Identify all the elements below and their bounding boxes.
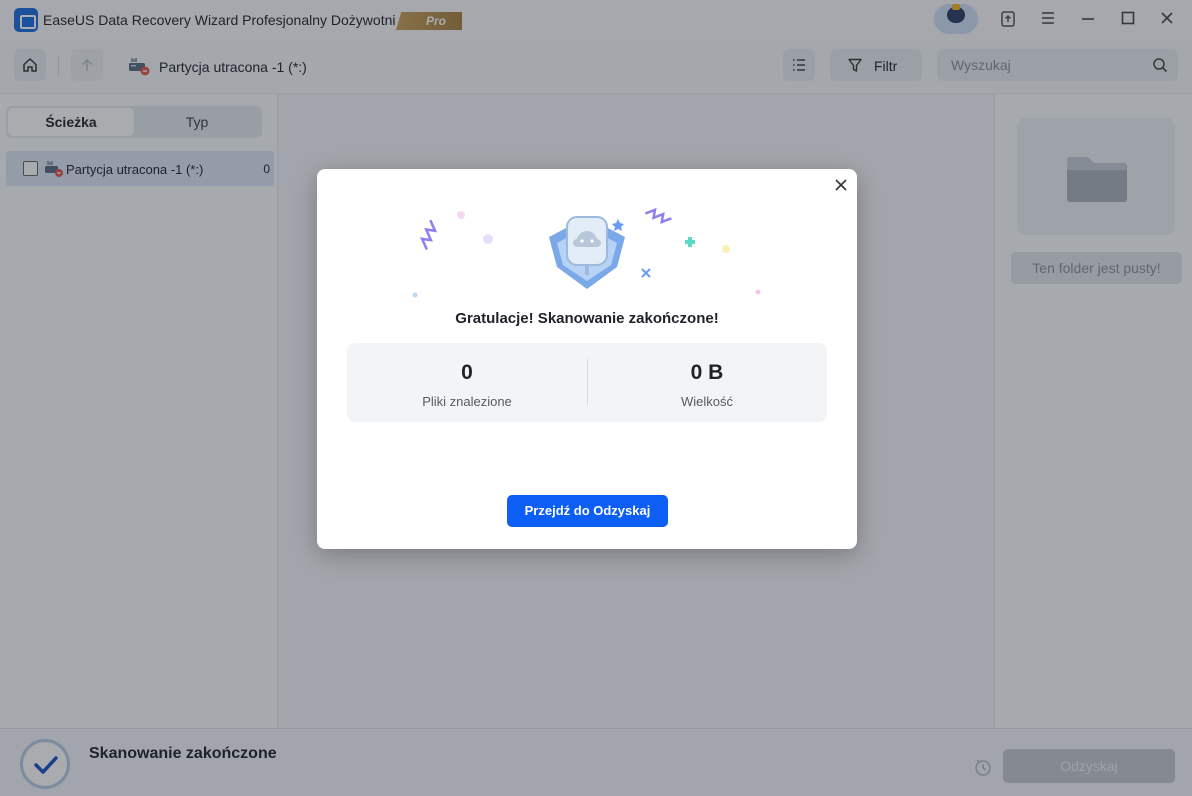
scan-complete-dialog: Gratulacje! Skanowanie zakończone! 0 Pli… bbox=[317, 169, 857, 549]
files-found-stat: 0 Pliki znalezione bbox=[347, 343, 587, 422]
scan-stats: 0 Pliki znalezione 0 B Wielkość bbox=[347, 343, 827, 422]
dialog-title: Gratulacje! Skanowanie zakończone! bbox=[455, 310, 719, 327]
size-label: Wielkość bbox=[680, 394, 733, 409]
files-found-value: 0 bbox=[461, 361, 473, 384]
files-found-label: Pliki znalezione bbox=[422, 394, 512, 409]
size-stat: 0 B Wielkość bbox=[587, 343, 827, 422]
size-value: 0 B bbox=[690, 361, 724, 384]
trophy-icon bbox=[549, 216, 625, 289]
go-to-recover-button[interactable]: Przejdź do Odzyskaj bbox=[507, 495, 668, 527]
